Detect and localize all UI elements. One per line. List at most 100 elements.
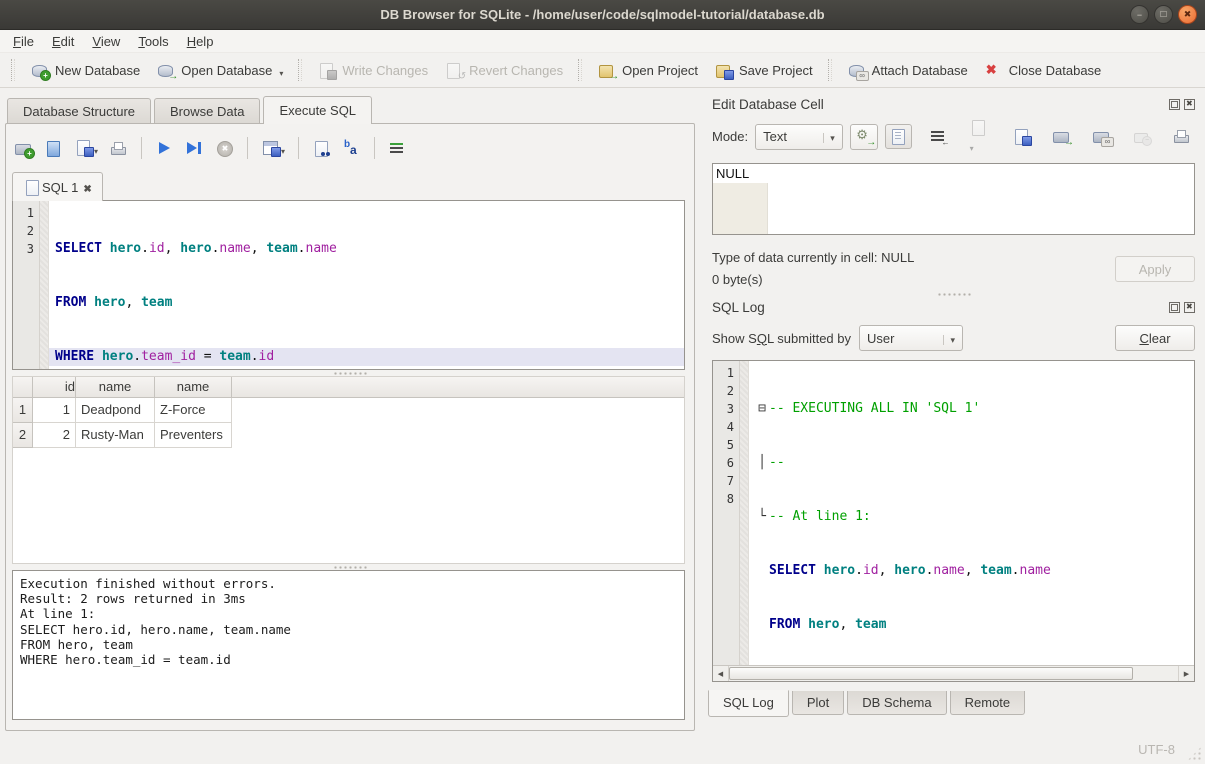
- execute-current-line-button[interactable]: [185, 140, 204, 157]
- dock-float-icon[interactable]: [1169, 302, 1180, 313]
- print-cell-button[interactable]: [1168, 124, 1195, 149]
- new-database-button[interactable]: New Database: [22, 58, 148, 83]
- row-number[interactable]: 2: [13, 423, 33, 448]
- editor-line-current[interactable]: WHERE hero.team_id = team.id: [49, 348, 684, 366]
- menu-view[interactable]: View: [83, 30, 129, 53]
- cell-team-name[interactable]: Z-Force: [155, 398, 232, 423]
- cell-value-editor[interactable]: NULL: [712, 163, 1195, 235]
- execution-status-log[interactable]: Execution finished without errors. Resul…: [12, 570, 685, 720]
- find-replace-icon: [312, 140, 331, 157]
- dock-close-icon[interactable]: [1184, 302, 1195, 313]
- open-sql-file-button[interactable]: [44, 140, 63, 157]
- close-window-icon[interactable]: [1178, 5, 1197, 24]
- column-header-id[interactable]: id: [33, 377, 76, 398]
- submitted-by-value: User: [867, 331, 894, 346]
- open-project-button[interactable]: Open Project: [589, 58, 706, 83]
- splitter-handle[interactable]: [702, 291, 1205, 297]
- sql-log-view[interactable]: 1 2 3 4 5 6 7 8 ⊟-- EXECUTING ALL IN 'SQ…: [712, 360, 1195, 682]
- minimize-icon[interactable]: [1130, 5, 1149, 24]
- find-replace-button[interactable]: [312, 140, 331, 157]
- menu-tools[interactable]: Tools: [129, 30, 177, 53]
- tab-database-structure[interactable]: Database Structure: [7, 98, 151, 123]
- save-sql-file-button[interactable]: [74, 139, 98, 157]
- open-in-external-button[interactable]: [1088, 124, 1115, 149]
- tab-db-schema[interactable]: DB Schema: [847, 691, 946, 715]
- editor-line[interactable]: SELECT hero.id, hero.name, team.name: [49, 240, 684, 258]
- row-number[interactable]: 1: [13, 398, 33, 423]
- log-line: └-- At line 1:: [749, 508, 1194, 526]
- corner-header[interactable]: [13, 377, 33, 398]
- scrollbar-track[interactable]: [729, 666, 1178, 681]
- menu-help[interactable]: Help: [178, 30, 223, 53]
- sql-file-icon: [23, 179, 37, 196]
- right-pane: Edit Database Cell Mode: Text: [702, 88, 1205, 736]
- table-row[interactable]: 2 2 Rusty-Man Preventers: [13, 423, 684, 448]
- scroll-left-icon[interactable]: [713, 666, 729, 681]
- dock-float-icon[interactable]: [1169, 99, 1180, 110]
- new-sql-tab-button[interactable]: [14, 140, 33, 157]
- chevron-down-icon: [935, 331, 955, 346]
- cell-id[interactable]: 2: [33, 423, 76, 448]
- column-header-name[interactable]: name: [155, 377, 232, 398]
- revert-changes-button[interactable]: Revert Changes: [436, 58, 571, 83]
- toolbar-handle[interactable]: [11, 59, 15, 81]
- column-header-name[interactable]: name: [76, 377, 155, 398]
- scroll-right-icon[interactable]: [1178, 666, 1194, 681]
- attach-database-button[interactable]: Attach Database: [839, 58, 976, 83]
- editor-line[interactable]: FROM hero, team: [49, 294, 684, 312]
- close-database-button[interactable]: Close Database: [976, 58, 1110, 83]
- execute-all-button[interactable]: [155, 140, 174, 157]
- word-wrap-button[interactable]: [925, 124, 952, 149]
- mode-select[interactable]: Text: [755, 124, 843, 150]
- chevron-down-icon[interactable]: [278, 61, 283, 79]
- sql-document-tab[interactable]: SQL 1: [12, 172, 103, 201]
- menubar: File Edit View Tools Help: [0, 30, 1205, 53]
- tab-browse-data[interactable]: Browse Data: [154, 98, 260, 123]
- set-null-button[interactable]: [1128, 124, 1155, 149]
- import-data-button[interactable]: [965, 115, 995, 158]
- close-tab-icon[interactable]: [83, 180, 91, 195]
- cell-id[interactable]: 1: [33, 398, 76, 423]
- cell-team-name[interactable]: Preventers: [155, 423, 232, 448]
- export-button[interactable]: [1048, 124, 1075, 149]
- horizontal-scrollbar[interactable]: [713, 665, 1194, 681]
- log-code-area[interactable]: ⊟-- EXECUTING ALL IN 'SQL 1' │-- └-- At …: [749, 361, 1194, 665]
- cell-mode-row: Mode: Text: [712, 123, 1195, 150]
- cell-size-info: 0 byte(s): [712, 269, 1115, 291]
- format-sql-button[interactable]: [388, 140, 407, 157]
- cell-hero-name[interactable]: Deadpond: [76, 398, 155, 423]
- autocomplete-button[interactable]: [342, 140, 361, 157]
- print-sql-button[interactable]: [109, 140, 128, 157]
- titlebar[interactable]: DB Browser for SQLite - /home/user/code/…: [0, 0, 1205, 30]
- table-row[interactable]: 1 1 Deadpond Z-Force: [13, 398, 684, 423]
- tab-sql-log[interactable]: SQL Log: [708, 690, 789, 717]
- new-sql-tab-icon: [14, 140, 33, 157]
- auto-switch-mode-button[interactable]: [850, 124, 878, 150]
- write-changes-button[interactable]: Write Changes: [309, 58, 436, 83]
- clear-button[interactable]: Clear: [1115, 325, 1195, 351]
- maximize-icon[interactable]: [1154, 5, 1173, 24]
- dock-close-icon[interactable]: [1184, 99, 1195, 110]
- cell-hero-name[interactable]: Rusty-Man: [76, 423, 155, 448]
- save-project-button[interactable]: Save Project: [706, 58, 821, 83]
- text-mode-button[interactable]: [885, 124, 912, 149]
- scrollbar-thumb[interactable]: [729, 667, 1133, 680]
- toolbar-separator: [828, 59, 832, 81]
- editor-code-area[interactable]: SELECT hero.id, hero.name, team.name FRO…: [49, 201, 684, 369]
- stop-execution-button[interactable]: [215, 140, 234, 157]
- menu-edit[interactable]: Edit: [43, 30, 83, 53]
- sql-editor[interactable]: 1 2 3 SELECT hero.id, hero.name, team.na…: [12, 200, 685, 370]
- save-results-button[interactable]: [261, 139, 285, 157]
- menu-file[interactable]: File: [4, 30, 43, 53]
- resize-grip[interactable]: [1187, 746, 1202, 761]
- save-as-button[interactable]: [1008, 124, 1035, 149]
- tab-plot[interactable]: Plot: [792, 691, 844, 715]
- export-icon: [1052, 128, 1071, 145]
- window-title: DB Browser for SQLite - /home/user/code/…: [380, 7, 824, 22]
- open-database-button[interactable]: Open Database: [148, 57, 291, 83]
- tab-execute-sql[interactable]: Execute SQL: [263, 96, 372, 124]
- tab-remote[interactable]: Remote: [950, 691, 1026, 715]
- print-icon: [109, 140, 128, 157]
- submitted-by-select[interactable]: User: [859, 325, 963, 351]
- apply-button[interactable]: Apply: [1115, 256, 1195, 282]
